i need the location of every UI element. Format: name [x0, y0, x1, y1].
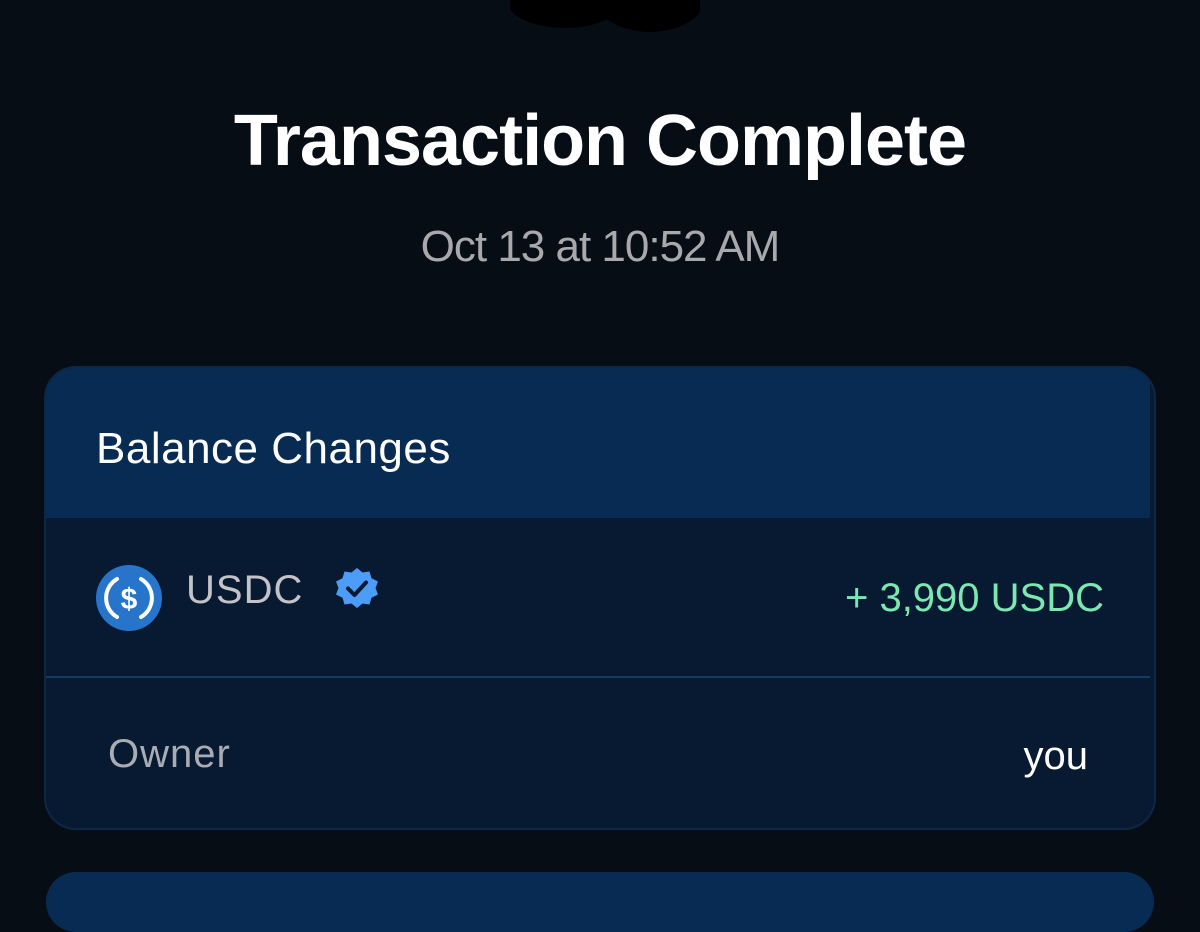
top-decoration-shape [510, 0, 700, 32]
verified-badge-icon [336, 568, 378, 608]
owner-row: Owner you [46, 678, 1150, 828]
transaction-timestamp: Oct 13 at 10:52 AM [420, 222, 781, 271]
page-title: Transaction Complete [233, 101, 967, 181]
next-card-partial [46, 872, 1154, 932]
svg-text:$: $ [121, 583, 138, 616]
owner-label: Owner [108, 732, 231, 776]
balance-changes-card: Balance Changes $ USDC + 3,990 USDC Owne… [46, 368, 1154, 828]
token-row[interactable]: $ USDC + 3,990 USDC [46, 518, 1150, 678]
usdc-logo-icon: $ [96, 565, 162, 631]
balance-changes-title: Balance Changes [96, 424, 451, 473]
balance-changes-header: Balance Changes [46, 368, 1150, 518]
token-name: USDC [186, 568, 304, 612]
owner-value: you [1023, 734, 1089, 778]
balance-change-amount: + 3,990 USDC [844, 576, 1104, 620]
